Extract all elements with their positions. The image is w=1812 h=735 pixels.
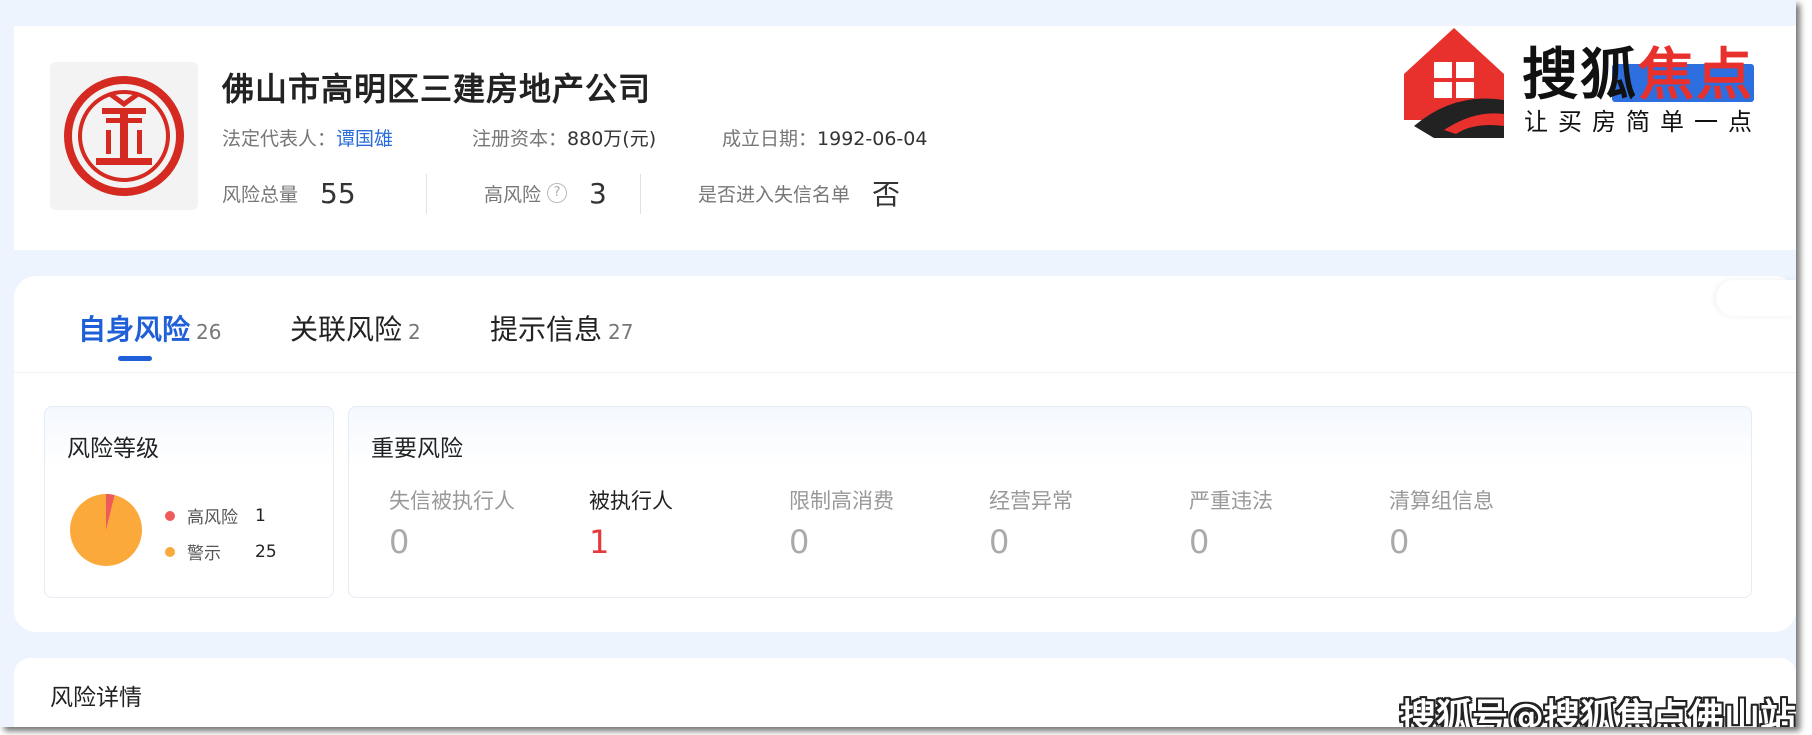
founded-label: 成立日期： [722, 128, 818, 150]
divider [640, 174, 641, 214]
tab-hint-info[interactable]: 提示信息 27 [490, 308, 633, 348]
important-item-serious-violation[interactable]: 严重违法 0 [1189, 485, 1273, 561]
blacklist-label: 是否进入失信名单 [698, 183, 851, 206]
tab-label: 自身风险 [78, 313, 191, 346]
watermark-brand-black: 搜狐 [1522, 43, 1638, 108]
item-value: 0 [789, 523, 810, 561]
item-label: 清算组信息 [1389, 489, 1494, 513]
watermark-brand: 搜狐焦点 [1522, 30, 1754, 111]
risk-level-panel: 风险等级 高风险 1 警示 25 [44, 406, 334, 598]
capital-value: 880万(元) [567, 128, 657, 150]
item-label: 失信被执行人 [389, 489, 515, 513]
risk-level-pie-chart [70, 494, 142, 566]
founded-value: 1992-06-04 [817, 128, 928, 150]
blacklist-value: 否 [872, 178, 901, 211]
floating-side-tab[interactable] [1716, 280, 1796, 316]
tab-count: 2 [408, 320, 421, 344]
risk-summary-row: 风险总量 55 高风险 ? 3 是否进入失信名单 否 [222, 172, 1122, 222]
tab-self-risk[interactable]: 自身风险 26 [78, 308, 221, 348]
legend-label: 高风险 [187, 508, 238, 528]
item-value: 1 [589, 523, 610, 561]
item-value: 0 [389, 523, 410, 561]
risk-total: 风险总量 55 [222, 172, 356, 214]
important-item-liquidation-group[interactable]: 清算组信息 0 [1389, 485, 1494, 561]
founded-date: 成立日期：1992-06-04 [722, 124, 927, 151]
legend-count: 1 [255, 505, 266, 526]
tab-count: 26 [196, 320, 222, 344]
registered-capital: 注册资本：880万(元) [472, 124, 656, 151]
item-value: 0 [1189, 523, 1210, 561]
legend-item-high-risk: 高风险 1 [165, 503, 266, 528]
legend-label: 警示 [187, 544, 221, 564]
blacklist-status: 是否进入失信名单 否 [698, 172, 900, 214]
item-label: 经营异常 [989, 489, 1073, 513]
company-logo [50, 62, 198, 210]
risk-total-value[interactable]: 55 [320, 177, 356, 210]
legend-dot-red [165, 510, 175, 521]
company-name: 佛山市高明区三建房地产公司 [222, 70, 652, 108]
footer-watermark: 搜狐号@搜狐焦点佛山站 [1400, 697, 1796, 727]
capital-label: 注册资本： [472, 128, 568, 150]
legal-rep-link[interactable]: 谭国雄 [336, 128, 393, 150]
legal-rep: 法定代表人：谭国雄 [222, 124, 393, 151]
tab-related-risk[interactable]: 关联风险 2 [290, 308, 421, 348]
watermark-brand-red: 焦点 [1638, 43, 1754, 108]
legal-rep-label: 法定代表人： [222, 128, 337, 150]
tab-label: 提示信息 [490, 313, 603, 346]
important-item-dishonest-executed[interactable]: 失信被执行人 0 [389, 485, 515, 561]
page-frame: 佛山市高明区三建房地产公司 法定代表人：谭国雄 注册资本：880万(元) 成立日… [0, 0, 1796, 727]
risk-high-label: 高风险 [484, 183, 542, 206]
active-tab-indicator [118, 356, 152, 361]
legend-item-warning: 警示 25 [165, 539, 277, 564]
item-value: 0 [1389, 523, 1410, 561]
divider [14, 372, 1796, 373]
item-label: 被执行人 [589, 489, 673, 513]
panel-title: 风险等级 [67, 436, 159, 462]
divider [426, 174, 427, 214]
important-item-executed-person[interactable]: 被执行人 1 [589, 485, 673, 561]
tab-count: 27 [608, 320, 634, 344]
help-icon[interactable]: ? [547, 183, 568, 203]
risk-total-label: 风险总量 [222, 183, 299, 206]
legend-count: 25 [255, 541, 277, 562]
risk-details-title: 风险详情 [50, 685, 142, 711]
panel-title: 重要风险 [371, 436, 463, 462]
tab-label: 关联风险 [290, 313, 403, 346]
important-item-abnormal-operation[interactable]: 经营异常 0 [989, 485, 1073, 561]
item-value: 0 [989, 523, 1010, 561]
watermark-slogan: 让买房简单一点 [1524, 108, 1762, 136]
risk-card: 自身风险 26 关联风险 2 提示信息 27 风险等级 高风险 1 警示 25 … [14, 276, 1796, 632]
important-risk-panel: 重要风险 失信被执行人 0 被执行人 1 限制高消费 0 经营异常 0 严重违法… [348, 406, 1752, 598]
risk-high: 高风险 ? 3 [484, 172, 607, 214]
risk-high-value[interactable]: 3 [589, 177, 607, 210]
item-label: 限制高消费 [789, 489, 894, 513]
important-item-consumption-limit[interactable]: 限制高消费 0 [789, 485, 894, 561]
legend-dot-orange [165, 546, 175, 557]
item-label: 严重违法 [1189, 489, 1273, 513]
